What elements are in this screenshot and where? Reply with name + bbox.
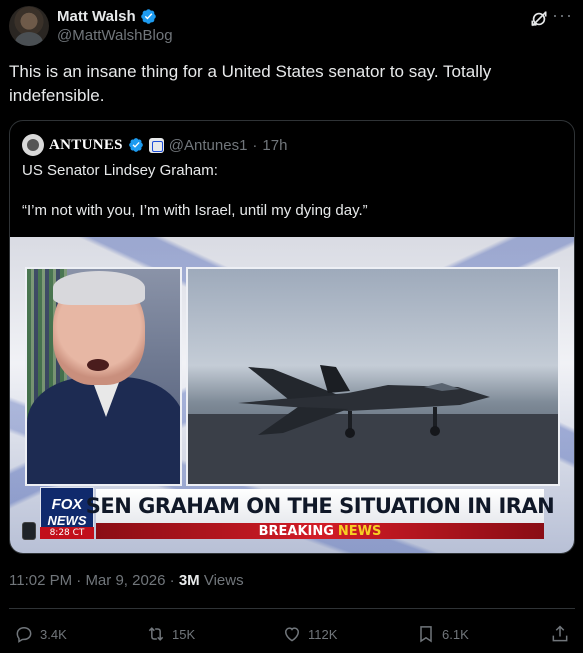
banner-word-2: NEWS bbox=[337, 523, 382, 539]
quoted-post[interactable]: ANTUNES @Antunes1 · 17h US Senator Linds… bbox=[9, 120, 575, 554]
quoted-handle: @Antunes1 bbox=[168, 136, 248, 154]
logo-top-text: FOX bbox=[51, 496, 83, 513]
quoted-verified-badge-icon bbox=[128, 138, 143, 152]
handle[interactable]: @MattWalshBlog bbox=[57, 27, 173, 44]
banner-word-1: BREAKING bbox=[258, 523, 334, 539]
display-name[interactable]: Matt Walsh bbox=[57, 8, 136, 25]
senator-hair bbox=[53, 271, 145, 305]
avatar[interactable] bbox=[9, 6, 49, 46]
bookmark-button[interactable]: 6.1K bbox=[416, 624, 469, 644]
breaking-news-banner: BREAKING NEWS bbox=[96, 523, 544, 539]
video-left-pane bbox=[25, 267, 182, 486]
meta-separator: · bbox=[76, 572, 82, 589]
views-label: Views bbox=[203, 572, 244, 589]
like-icon bbox=[284, 627, 300, 642]
quoted-separator: · bbox=[252, 136, 258, 154]
like-button[interactable]: 112K bbox=[282, 624, 337, 644]
share-button[interactable] bbox=[550, 624, 570, 644]
quoted-time: 17h bbox=[262, 136, 288, 154]
quoted-text-line2: “I’m not with you, I’m with Israel, unti… bbox=[22, 202, 368, 219]
action-bar: 3.4K 15K 112K 6.1K bbox=[14, 620, 572, 648]
reply-count: 3.4K bbox=[40, 626, 67, 642]
quoted-display-name: ANTUNES bbox=[49, 136, 123, 153]
reply-icon bbox=[16, 626, 32, 643]
senator-mouth bbox=[87, 359, 109, 371]
video-player[interactable]: FOX NEWS 8:28 CT SEN GRAHAM ON THE SITUA… bbox=[10, 237, 574, 553]
quoted-text-line1: US Senator Lindsey Graham: bbox=[22, 162, 218, 179]
repost-count: 15K bbox=[172, 626, 196, 642]
post-time[interactable]: 11:02 PM bbox=[9, 572, 72, 589]
like-count: 112K bbox=[308, 626, 338, 642]
quoted-avatar bbox=[22, 134, 44, 156]
bookmark-count: 6.1K bbox=[442, 626, 469, 642]
divider bbox=[9, 608, 575, 609]
grok-icon[interactable] bbox=[529, 9, 549, 29]
post-meta: 11:02 PM · Mar 9, 2026 · 3M Views bbox=[9, 572, 244, 589]
tweet-text: This is an insane thing for a United Sta… bbox=[9, 62, 492, 105]
name-line: Matt Walsh bbox=[57, 8, 157, 25]
lower-third-headline: SEN GRAHAM ON THE SITUATION IN IRAN bbox=[86, 489, 555, 523]
verified-badge-icon bbox=[140, 9, 156, 24]
share-icon bbox=[552, 625, 568, 642]
bookmark-icon bbox=[420, 626, 432, 643]
repost-button[interactable]: 15K bbox=[146, 624, 195, 644]
repost-icon bbox=[148, 627, 164, 641]
meta-separator-2: · bbox=[169, 572, 175, 589]
avatar-shoulders bbox=[15, 32, 43, 46]
logo-bottom-text: NEWS bbox=[47, 513, 87, 528]
affiliate-badge-icon bbox=[148, 137, 164, 153]
post-header: Matt Walsh @MattWalshBlog ··· bbox=[9, 5, 573, 49]
post: Matt Walsh @MattWalshBlog ··· This is an… bbox=[0, 0, 583, 653]
fighter-jet-image bbox=[238, 365, 490, 438]
views-count[interactable]: 3M bbox=[179, 572, 200, 589]
reply-button[interactable]: 3.4K bbox=[14, 624, 67, 644]
video-right-pane bbox=[186, 267, 560, 486]
quoted-post-header: ANTUNES @Antunes1 · 17h bbox=[22, 134, 287, 156]
play-control-icon[interactable] bbox=[22, 522, 36, 540]
post-date[interactable]: Mar 9, 2026 bbox=[85, 572, 165, 589]
broadcast-clock: 8:28 CT bbox=[40, 527, 94, 539]
headline-text: SEN GRAHAM ON THE SITUATION IN IRAN bbox=[85, 494, 555, 518]
more-icon[interactable]: ··· bbox=[552, 5, 573, 26]
